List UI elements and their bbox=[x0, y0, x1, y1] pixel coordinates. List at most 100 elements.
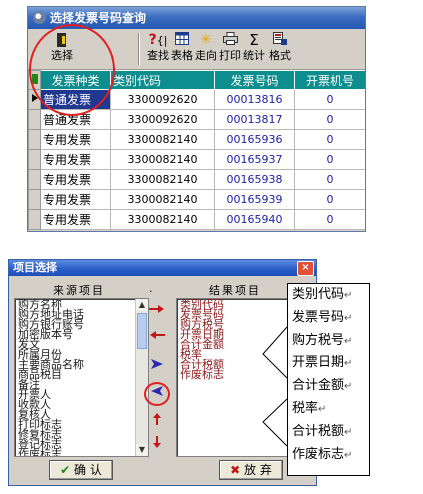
callout-line: 合计税额↵ bbox=[288, 421, 369, 444]
toolbar-separator bbox=[138, 33, 140, 65]
cell-category-code[interactable]: 3300082140 bbox=[110, 209, 215, 230]
callout-line-text: 购方税号 bbox=[292, 332, 345, 348]
print-button[interactable]: 打印 bbox=[218, 32, 242, 63]
source-items-header: 来源项目 bbox=[53, 284, 105, 297]
source-list-item[interactable]: 作废标志 bbox=[18, 449, 148, 456]
cell-machine-number[interactable]: 0 bbox=[294, 109, 365, 130]
arrow-right-icon bbox=[151, 359, 163, 369]
cell-machine-number[interactable]: 0 bbox=[294, 89, 365, 110]
select-button[interactable]: 选择 bbox=[50, 32, 74, 63]
row-indicator[interactable] bbox=[28, 129, 41, 150]
double-arrow-left-icon bbox=[150, 331, 165, 339]
cell-machine-number[interactable]: 0 bbox=[294, 149, 365, 170]
statistics-button[interactable]: Σ 统计 bbox=[242, 32, 266, 63]
callout-line: 类别代码↵ bbox=[288, 284, 369, 307]
dialog-title: 项目选择 bbox=[13, 261, 57, 274]
move-all-right-button[interactable] bbox=[146, 304, 168, 322]
invoice-grid: 发票种类 类别代码 发票号码 开票机号 普通发票 3300092620 000138… bbox=[28, 70, 365, 230]
paragraph-mark-icon: ↵ bbox=[344, 290, 353, 301]
paragraph-mark-icon: ↵ bbox=[344, 426, 353, 438]
cell-category-code[interactable]: 3300082140 bbox=[110, 189, 215, 210]
table-row[interactable]: 专用发票 3300082140 00165939 0 bbox=[28, 189, 365, 210]
row-indicator[interactable] bbox=[28, 109, 41, 130]
format-button[interactable]: 格式 bbox=[268, 32, 292, 63]
cell-invoice-number[interactable]: 00013817 bbox=[214, 109, 295, 130]
callout-line: 作废标志↵ bbox=[288, 444, 369, 467]
header-dot: . bbox=[149, 282, 153, 295]
cell-invoice-number[interactable]: 00165937 bbox=[214, 149, 295, 170]
cell-invoice-number[interactable]: 00165940 bbox=[214, 209, 295, 230]
row-indicator[interactable] bbox=[28, 149, 41, 170]
cell-invoice-type[interactable]: 专用发票 bbox=[40, 149, 111, 170]
cell-category-code[interactable]: 3300092620 bbox=[110, 109, 215, 130]
select-icon bbox=[50, 32, 74, 49]
paragraph-mark-icon: ↵ bbox=[344, 358, 353, 370]
move-right-button[interactable] bbox=[146, 358, 168, 376]
result-items-header: 结果项目 bbox=[209, 284, 261, 297]
cell-invoice-type[interactable]: 普通发票 bbox=[40, 89, 111, 110]
arrow-down-icon bbox=[153, 436, 161, 448]
cell-invoice-type[interactable]: 普通发票 bbox=[40, 109, 111, 130]
direction-button[interactable]: ✳ 走向 bbox=[194, 32, 218, 63]
callout-line: 发票号码↵ bbox=[288, 307, 369, 330]
cell-invoice-number[interactable]: 00013816 bbox=[214, 89, 295, 110]
row-indicator[interactable] bbox=[28, 209, 41, 230]
move-down-button[interactable] bbox=[146, 435, 168, 453]
cell-category-code[interactable]: 3300082140 bbox=[110, 129, 215, 150]
move-left-annotation-ring bbox=[144, 382, 170, 406]
paragraph-mark-icon: ↵ bbox=[344, 381, 353, 393]
sun-direction-icon: ✳ bbox=[200, 32, 212, 48]
paragraph-mark-icon: ↵ bbox=[318, 403, 327, 415]
cell-category-code[interactable]: 3300092620 bbox=[110, 89, 215, 110]
cell-machine-number[interactable]: 0 bbox=[294, 209, 365, 230]
cell-invoice-type[interactable]: 专用发票 bbox=[40, 129, 111, 150]
grid-header-row: 发票种类 类别代码 发票号码 开票机号 bbox=[28, 70, 365, 90]
source-list-scrollbar[interactable]: ▲ ▼ bbox=[135, 299, 148, 456]
table-row[interactable]: 普通发票 3300092620 00013817 0 bbox=[28, 109, 365, 130]
row-indicator[interactable] bbox=[28, 89, 41, 110]
confirm-button[interactable]: ✔ 确 认 bbox=[49, 460, 113, 480]
cell-invoice-type[interactable]: 专用发票 bbox=[40, 209, 111, 230]
paragraph-mark-icon: ↵ bbox=[344, 312, 353, 324]
find-button[interactable]: ?{| 查找 bbox=[146, 32, 170, 63]
cell-machine-number[interactable]: 0 bbox=[294, 189, 365, 210]
cell-machine-number[interactable]: 0 bbox=[294, 169, 365, 190]
cancel-button[interactable]: ✖ 放 弃 bbox=[219, 460, 283, 480]
table-row[interactable]: 普通发票 3300092620 00013816 0 bbox=[28, 89, 365, 110]
title-bar: 选择发票号码查询 bbox=[28, 7, 365, 29]
cell-category-code[interactable]: 3300082140 bbox=[110, 169, 215, 190]
column-header-machine-number[interactable]: 开票机号 bbox=[294, 70, 365, 90]
dialog-title-bar: 项目选择 × bbox=[9, 260, 316, 276]
callout-line: 购方税号↵ bbox=[288, 330, 369, 353]
move-all-left-button[interactable] bbox=[146, 330, 168, 348]
table-row[interactable]: 专用发票 3300082140 00165936 0 bbox=[28, 129, 365, 150]
cell-invoice-number[interactable]: 00165939 bbox=[214, 189, 295, 210]
cell-invoice-number[interactable]: 00165936 bbox=[214, 129, 295, 150]
close-button[interactable]: × bbox=[297, 261, 314, 276]
column-header-invoice-number[interactable]: 发票号码 bbox=[214, 70, 295, 90]
cell-machine-number[interactable]: 0 bbox=[294, 129, 365, 150]
cell-invoice-number[interactable]: 00165938 bbox=[214, 169, 295, 190]
row-indicator[interactable] bbox=[28, 169, 41, 190]
source-items-list[interactable]: 购方名称 购方地址电话 购方银行账号 加密版本号 发文 所属月份 主要商品名称 商品税目 备注开… bbox=[14, 298, 149, 457]
table-row[interactable]: 专用发票 3300082140 00165937 0 bbox=[28, 149, 365, 170]
table-row[interactable]: 专用发票 3300082140 00165938 0 bbox=[28, 169, 365, 190]
move-up-button[interactable] bbox=[146, 412, 168, 430]
column-header-invoice-type[interactable]: 发票种类 bbox=[40, 70, 111, 90]
callout-line-text: 开票日期 bbox=[292, 355, 345, 371]
cell-invoice-type[interactable]: 专用发票 bbox=[40, 189, 111, 210]
callout-line-text: 税率 bbox=[292, 400, 319, 416]
row-indicator[interactable] bbox=[28, 189, 41, 210]
column-header-category-code[interactable]: 类别代码 bbox=[110, 70, 215, 90]
paragraph-mark-icon: ↵ bbox=[344, 449, 353, 461]
callout-line: 合计金额↵ bbox=[288, 375, 369, 398]
grid-corner[interactable] bbox=[28, 70, 41, 90]
cell-invoice-type[interactable]: 专用发票 bbox=[40, 169, 111, 190]
cell-category-code[interactable]: 3300082140 bbox=[110, 149, 215, 170]
arrow-up-icon bbox=[153, 413, 161, 425]
table-row[interactable]: 专用发票 3300082140 00165940 0 bbox=[28, 209, 365, 230]
table-icon bbox=[170, 32, 194, 49]
callout-line-text: 作废标志 bbox=[292, 446, 345, 462]
table-button[interactable]: 表格 bbox=[170, 32, 194, 63]
grid-corner-icon bbox=[32, 73, 38, 84]
